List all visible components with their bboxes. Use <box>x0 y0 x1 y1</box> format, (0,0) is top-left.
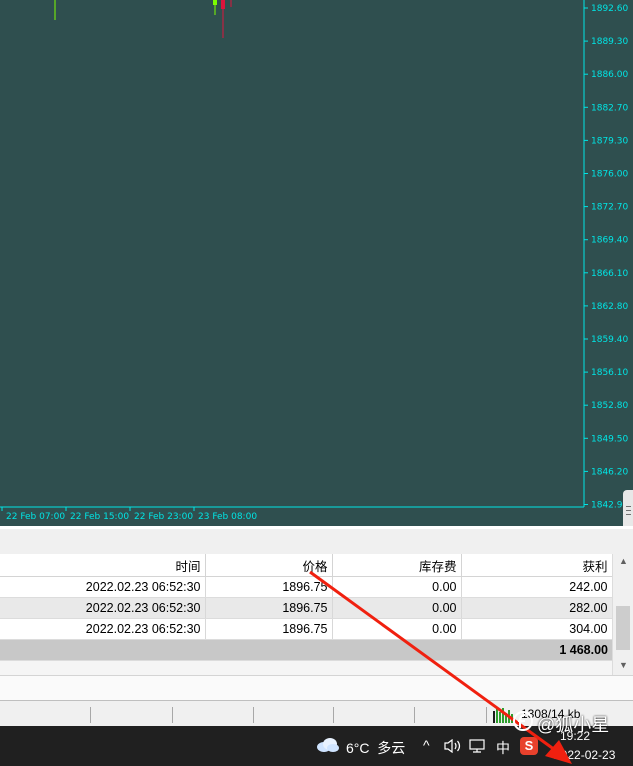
ime-language-indicator[interactable]: 中 <box>496 738 510 758</box>
price-axis-label: 1846.20 <box>591 467 628 477</box>
status-divider <box>486 707 487 723</box>
price-axis-label: 1862.80 <box>591 302 628 312</box>
terminal-tabs-area <box>0 675 633 701</box>
cell-time: 2022.02.23 06:52:30 <box>0 618 206 640</box>
total-profit: 1 468.00 <box>461 639 612 661</box>
price-axis-label: 1866.10 <box>591 269 628 279</box>
cell-swap: 0.00 <box>332 618 462 640</box>
watermark-text: @狐小星 <box>537 715 610 735</box>
price-axis-label: 1872.70 <box>591 203 628 213</box>
time-axis-label: 23 Feb 08:00 <box>198 512 257 522</box>
table-vertical-scrollbar[interactable]: ▲ ▼ <box>612 554 633 675</box>
status-divider <box>172 707 173 723</box>
terminal-toolbar <box>0 529 633 555</box>
table-row[interactable]: 2022.02.23 06:52:30 1896.75 0.00 282.00 <box>0 597 613 619</box>
price-chart[interactable]: 1892.60 1889.30 1886.00 1882.70 1879.30 1876.… <box>0 0 633 548</box>
cell-swap: 0.00 <box>332 576 462 598</box>
time-axis-label: 22 Feb 23:00 <box>134 512 193 522</box>
price-axis-label: 1856.10 <box>591 368 628 378</box>
clock-date[interactable]: 2022-02-23 <box>554 748 615 762</box>
watermark-logo-icon <box>512 710 534 737</box>
status-divider <box>90 707 91 723</box>
speaker-icon[interactable] <box>444 739 462 753</box>
candle-body <box>221 0 225 9</box>
price-axis-label: 1876.00 <box>591 170 628 180</box>
column-header-swap[interactable]: 库存费 <box>332 554 462 577</box>
status-divider <box>333 707 334 723</box>
price-axis-label: 1849.50 <box>591 434 628 444</box>
cell-price: 1896.75 <box>205 576 333 598</box>
cell-price: 1896.75 <box>205 618 333 640</box>
table-row[interactable]: 2022.02.23 06:52:30 1896.75 0.00 242.00 <box>0 576 613 598</box>
cell-price: 1896.75 <box>205 597 333 619</box>
column-header-price[interactable]: 价格 <box>205 554 333 577</box>
status-divider <box>414 707 415 723</box>
terminal-panel: 时间 价格 库存费 获利 2022.02.23 06:52:30 1896.75… <box>0 529 633 701</box>
scroll-up-icon[interactable]: ▲ <box>613 556 633 566</box>
price-axis-label: 1852.80 <box>591 401 628 411</box>
price-axis-label: 1859.40 <box>591 335 628 345</box>
time-axis-label: 22 Feb 07:00 <box>6 512 65 522</box>
scroll-down-icon[interactable]: ▼ <box>613 660 633 670</box>
price-axis-label: 1892.60 <box>591 4 628 14</box>
price-axis-label: 1879.30 <box>591 136 628 146</box>
status-divider <box>253 707 254 723</box>
cell-time: 2022.02.23 06:52:30 <box>0 597 206 619</box>
weather-text[interactable]: 6°C 多云 <box>346 738 405 758</box>
scrollbar-thumb[interactable] <box>616 606 630 650</box>
price-axis-label: 1869.40 <box>591 236 628 246</box>
column-header-time[interactable]: 时间 <box>0 554 206 577</box>
network-icon[interactable] <box>469 739 487 753</box>
price-axis-label: 1882.70 <box>591 103 628 113</box>
chart-canvas: 1892.60 1889.30 1886.00 1882.70 1879.30 1876.… <box>0 0 628 522</box>
sogou-ime-icon[interactable]: S <box>520 737 538 755</box>
table-header-row: 时间 价格 库存费 获利 <box>0 554 613 577</box>
cell-profit: 242.00 <box>461 576 613 598</box>
weather-cloud-icon[interactable] <box>316 736 340 754</box>
price-axis-label: 1889.30 <box>591 37 628 47</box>
table-row[interactable]: 2022.02.23 06:52:30 1896.75 0.00 304.00 <box>0 618 613 640</box>
total-row: 1 468.00 <box>0 639 612 661</box>
trades-table: 时间 价格 库存费 获利 2022.02.23 06:52:30 1896.75… <box>0 554 613 661</box>
cell-swap: 0.00 <box>332 597 462 619</box>
time-axis-label: 22 Feb 15:00 <box>70 512 129 522</box>
chevron-up-icon[interactable]: ^ <box>423 737 430 753</box>
cell-profit: 282.00 <box>461 597 613 619</box>
cell-time: 2022.02.23 06:52:30 <box>0 576 206 598</box>
candle-body <box>213 0 217 5</box>
column-header-profit[interactable]: 获利 <box>461 554 613 577</box>
price-axis-label: 1886.00 <box>591 70 628 80</box>
cell-profit: 304.00 <box>461 618 613 640</box>
